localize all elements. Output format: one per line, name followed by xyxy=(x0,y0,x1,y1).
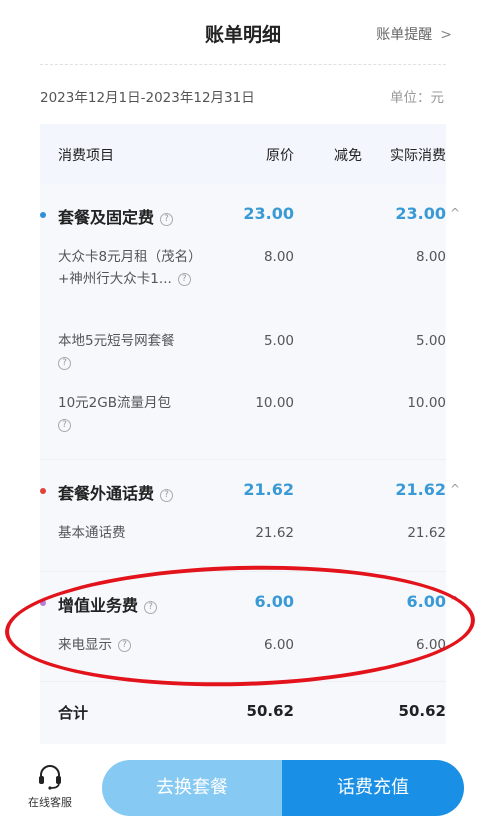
section-dot xyxy=(40,600,46,606)
help-icon[interactable]: ? xyxy=(58,419,71,432)
list-item: 本地5元短号网套餐? 5.00 5.00 xyxy=(40,330,446,392)
section-title: 增值业务费? xyxy=(58,592,158,616)
item-original: 6.00 xyxy=(263,637,294,653)
help-icon[interactable]: ? xyxy=(160,489,174,502)
section-title: 套餐外通话费? xyxy=(58,480,174,504)
item-original: 8.00 xyxy=(263,249,294,265)
item-name: 大众卡8元月租（茂名）+神州行大众卡1...? xyxy=(58,249,195,287)
divider xyxy=(40,64,446,65)
item-actual: 5.00 xyxy=(415,333,446,349)
total-original: 50.62 xyxy=(246,702,294,720)
column-header-original: 原价 xyxy=(266,148,294,164)
item-name: 来电显示? xyxy=(58,634,198,656)
item-actual: 8.00 xyxy=(415,249,446,265)
column-header-item: 消费项目 xyxy=(58,148,114,164)
bottom-bar: 在线客服 去换套餐 话费充值 xyxy=(0,748,484,821)
section-header[interactable]: 套餐及固定费? 23.00 23.00 ^ xyxy=(40,184,460,246)
column-header-reduction: 减免 xyxy=(334,148,362,164)
bill-reminder-link[interactable]: 账单提醒 > xyxy=(376,24,452,44)
help-icon[interactable]: ? xyxy=(58,357,71,370)
item-original: 5.00 xyxy=(263,333,294,349)
total-actual: 50.62 xyxy=(398,702,446,720)
total-row: 合计 50.62 50.62 xyxy=(40,682,446,744)
section-extra-call: 套餐外通话费? 21.62 21.62 ^ 基本通话费 21.62 21.62 xyxy=(40,460,460,572)
recharge-button[interactable]: 话费充值 xyxy=(282,760,464,816)
item-original: 21.62 xyxy=(255,525,294,541)
list-item: 基本通话费 21.62 21.62 xyxy=(40,522,446,562)
header: 账单明细 账单提醒 > xyxy=(22,0,464,64)
item-name: 本地5元短号网套餐? xyxy=(58,333,175,370)
section-package-fixed: 套餐及固定费? 23.00 23.00 ^ 大众卡8元月租（茂名）+神州行大众卡… xyxy=(40,184,460,460)
action-buttons: 去换套餐 话费充值 xyxy=(102,760,464,816)
section-dot xyxy=(40,488,46,494)
bill-table: 消费项目 原价 减免 实际消费 套餐及固定费? 23.00 23.00 ^ 大众… xyxy=(40,124,460,744)
section-actual: 21.62 xyxy=(395,480,446,499)
list-item: 来电显示? 6.00 6.00 xyxy=(40,634,446,674)
section-header[interactable]: 套餐外通话费? 21.62 21.62 ^ xyxy=(40,460,460,522)
online-service-label: 在线客服 xyxy=(28,796,72,809)
help-icon[interactable]: ? xyxy=(144,601,158,614)
help-icon[interactable]: ? xyxy=(160,213,174,226)
bill-reminder-label: 账单提醒 xyxy=(376,27,433,43)
section-dot xyxy=(40,212,46,218)
item-actual: 6.00 xyxy=(415,637,446,653)
section-original: 23.00 xyxy=(243,204,294,223)
section-value-added: 增值业务费? 6.00 6.00 ^ 来电显示? 6.00 6.00 xyxy=(40,572,460,682)
section-actual: 6.00 xyxy=(406,592,446,611)
item-name: 基本通话费 xyxy=(58,525,126,541)
list-item: 大众卡8元月租（茂名）+神州行大众卡1...? 8.00 8.00 xyxy=(40,246,446,330)
help-icon[interactable]: ? xyxy=(118,639,131,652)
section-actual: 23.00 xyxy=(395,204,446,223)
table-header: 消费项目 原价 减免 实际消费 xyxy=(40,124,446,184)
change-plan-button[interactable]: 去换套餐 xyxy=(102,760,282,816)
bill-detail-card: 账单明细 账单提醒 > 2023年12月1日-2023年12月31日 单位：元 消… xyxy=(22,0,464,745)
chevron-up-icon[interactable]: ^ xyxy=(450,482,460,496)
item-actual: 21.62 xyxy=(407,525,446,541)
section-header[interactable]: 增值业务费? 6.00 6.00 ^ xyxy=(40,572,460,634)
chevron-up-icon[interactable]: ^ xyxy=(450,206,460,220)
section-original: 6.00 xyxy=(254,592,294,611)
help-icon[interactable]: ? xyxy=(177,273,191,286)
currency-unit: 单位：元 xyxy=(390,90,444,106)
column-header-actual: 实际消费 xyxy=(390,148,446,164)
item-name: 10元2GB流量月包? xyxy=(58,395,171,432)
online-service-button[interactable]: 在线客服 xyxy=(22,764,78,810)
item-original: 10.00 xyxy=(255,395,294,411)
billing-period: 2023年12月1日-2023年12月31日 xyxy=(40,90,255,106)
chevron-right-icon: > xyxy=(440,27,452,43)
section-original: 21.62 xyxy=(243,480,294,499)
section-title: 套餐及固定费? xyxy=(58,204,174,228)
item-actual: 10.00 xyxy=(407,395,446,411)
list-item: 10元2GB流量月包? 10.00 10.00 xyxy=(40,392,446,454)
headset-icon xyxy=(39,765,61,790)
chevron-up-icon[interactable]: ^ xyxy=(450,594,460,608)
total-label: 合计 xyxy=(58,704,89,722)
